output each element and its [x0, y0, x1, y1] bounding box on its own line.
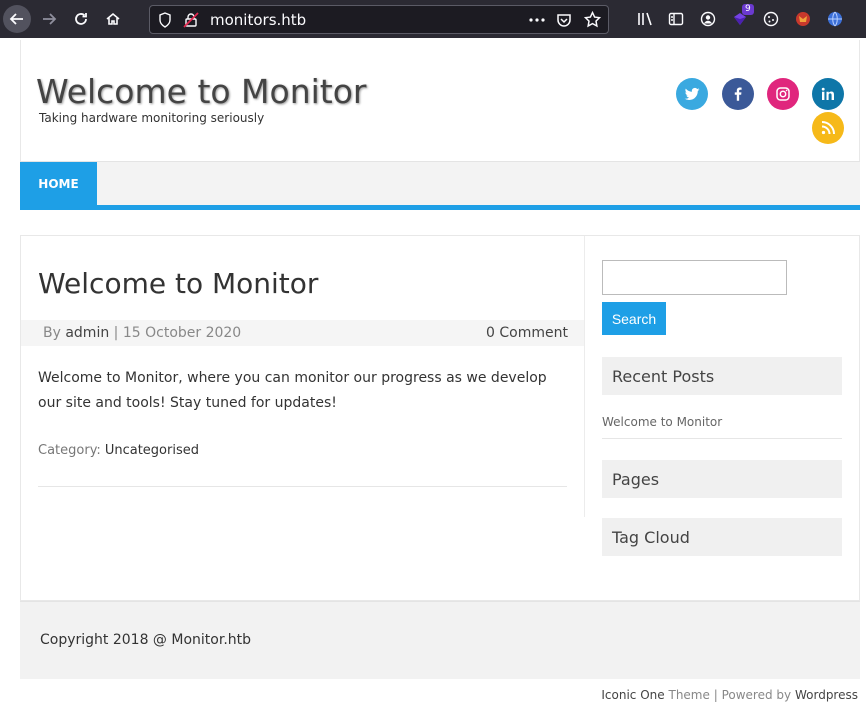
pocket-icon[interactable]: [556, 12, 572, 32]
instagram-icon[interactable]: [767, 78, 799, 110]
twitter-icon[interactable]: [676, 78, 708, 110]
recent-posts-heading: Recent Posts: [602, 357, 842, 395]
post-divider: [38, 486, 567, 487]
extension-badge: 9: [742, 4, 754, 15]
account-icon[interactable]: [695, 6, 721, 32]
extension-fox-icon[interactable]: [790, 6, 816, 32]
nav-item-home[interactable]: HOME: [20, 162, 97, 206]
site-title[interactable]: Welcome to Monitor: [36, 72, 367, 111]
post-comments-link[interactable]: 0 Comment: [486, 325, 568, 341]
footer: Copyright 2018 @ Monitor.htb: [20, 601, 860, 679]
search-input[interactable]: [602, 260, 787, 295]
insecure-lock-icon[interactable]: [183, 12, 199, 32]
theme-word: Theme: [668, 688, 710, 702]
copyright-text: Copyright 2018 @ Monitor.htb: [40, 632, 252, 648]
forward-icon[interactable]: [36, 6, 62, 32]
meta-separator: |: [113, 325, 119, 341]
url-text[interactable]: monitors.htb: [210, 11, 306, 29]
recent-post-link[interactable]: Welcome to Monitor: [602, 415, 722, 429]
tag-cloud-heading: Tag Cloud: [602, 518, 842, 556]
post-date-link[interactable]: 15 October 2020: [123, 325, 241, 341]
post-body: Welcome to Monitor, where you can monito…: [38, 370, 547, 411]
footer-credits: Iconic One Theme | Powered by Wordpress: [601, 688, 858, 702]
home-icon[interactable]: [100, 6, 126, 32]
cookie-icon[interactable]: [758, 6, 784, 32]
category-link[interactable]: Uncategorised: [105, 443, 199, 458]
reload-icon[interactable]: [68, 6, 94, 32]
wordpress-link[interactable]: Wordpress: [795, 688, 858, 702]
post-title[interactable]: Welcome to Monitor: [38, 267, 318, 300]
library-icon[interactable]: [632, 6, 658, 32]
shield-icon[interactable]: [158, 12, 172, 32]
linkedin-icon[interactable]: [812, 78, 844, 110]
post-meta: By admin | 15 October 2020 0 Comment: [21, 320, 584, 346]
main-nav: HOME: [20, 161, 860, 210]
post-author-link[interactable]: admin: [65, 325, 109, 341]
category-label: Category:: [38, 443, 101, 458]
post-category: Category: Uncategorised: [38, 443, 199, 458]
recent-post-divider: [602, 438, 842, 439]
meta-by-label: By: [43, 325, 61, 341]
browser-toolbar: monitors.htb 9: [0, 0, 866, 38]
star-icon[interactable]: [583, 10, 602, 32]
pages-heading: Pages: [602, 460, 842, 498]
theme-link[interactable]: Iconic One: [601, 688, 664, 702]
site-tagline: Taking hardware monitoring seriously: [39, 111, 265, 125]
back-icon[interactable]: [3, 5, 31, 33]
url-bar[interactable]: monitors.htb: [149, 5, 609, 34]
sidebar-icon[interactable]: [663, 6, 689, 32]
rss-icon[interactable]: [812, 112, 844, 144]
powered-by-label: Powered by: [721, 688, 792, 702]
globe-icon[interactable]: [822, 6, 848, 32]
column-divider: [584, 236, 585, 517]
credits-separator: |: [713, 688, 718, 702]
facebook-icon[interactable]: [722, 78, 754, 110]
search-button[interactable]: Search: [602, 302, 666, 335]
more-icon[interactable]: [528, 12, 546, 32]
